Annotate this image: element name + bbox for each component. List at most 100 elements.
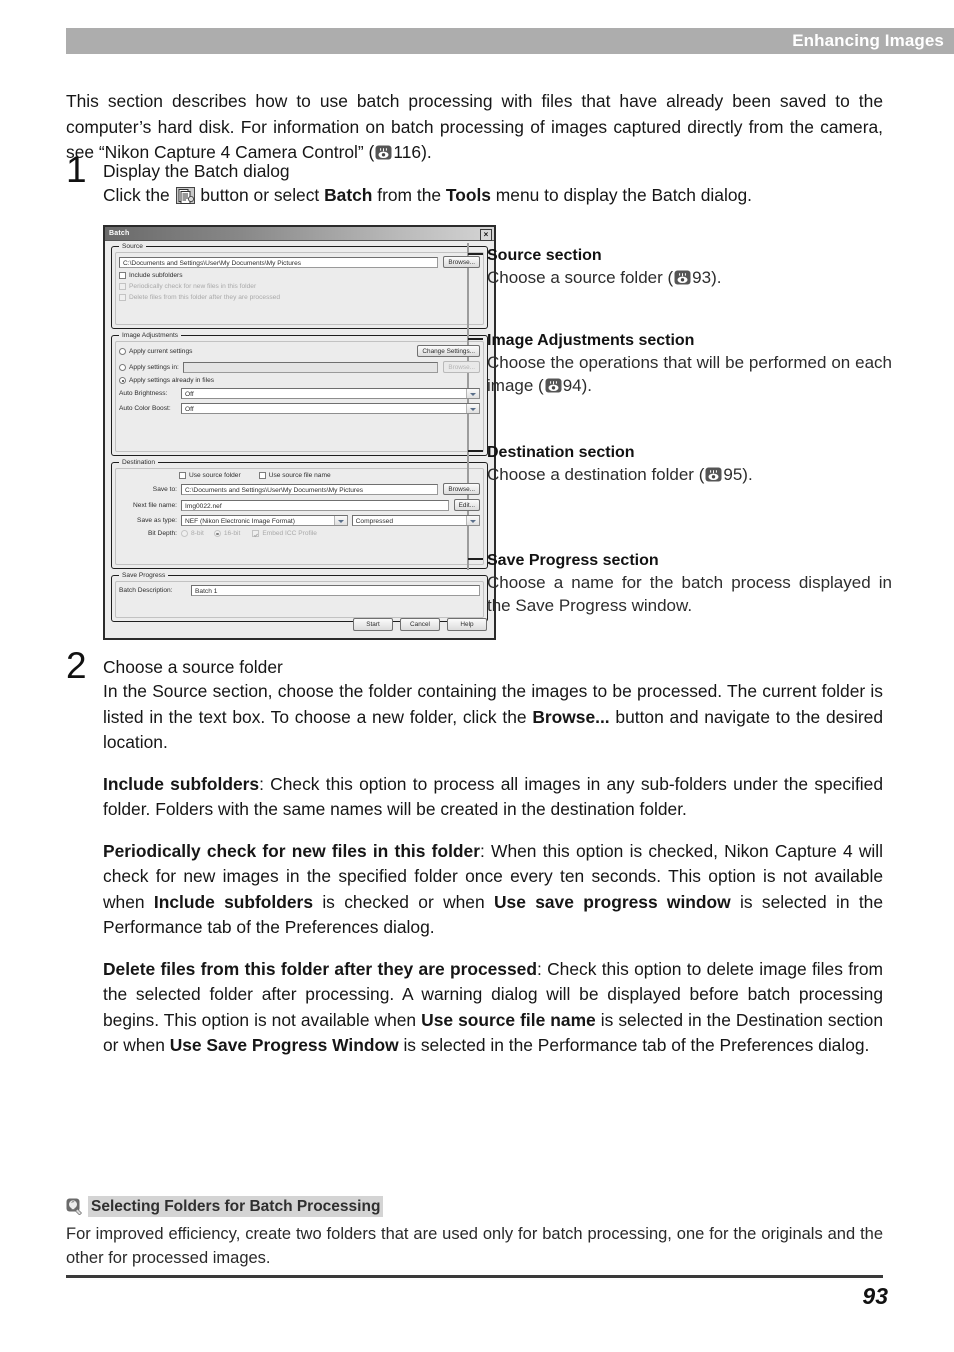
destination-browse-button[interactable]: Browse...	[443, 483, 480, 495]
use-source-file-name-checkbox[interactable]	[258, 472, 266, 479]
destination-legend: Destination	[119, 459, 158, 466]
callout-destination-page-ref: 95	[723, 465, 743, 484]
apply-current-settings-label: Apply current settings	[129, 347, 193, 355]
chevron-down-icon	[466, 516, 479, 525]
step-1-body: Click the button or select Batch from th…	[103, 183, 883, 209]
callout-destination-title: Destination section	[487, 444, 635, 461]
source-path-input[interactable]: C:\Documents and Settings\User\My Docume…	[119, 256, 439, 268]
save-to-input[interactable]: C:\Documents and Settings\User\My Docume…	[181, 483, 439, 495]
callout-image-adjustments: Image Adjustments section Choose the ope…	[487, 330, 892, 397]
apply-current-settings-row[interactable]: Apply current settings Change Settings..…	[119, 345, 480, 357]
callout-image-adjustments-text: Choose the operations that will be perfo…	[487, 351, 892, 397]
tip-note: Selecting Folders for Batch Processing F…	[66, 1196, 883, 1270]
chevron-down-icon	[333, 516, 347, 525]
apply-settings-already-radio[interactable]	[119, 377, 126, 384]
tip-bulb-icon	[66, 1198, 83, 1216]
image-adjustments-browse-button: Browse...	[443, 361, 480, 373]
auto-color-boost-row[interactable]: Auto Color Boost: Off	[119, 403, 480, 414]
save-progress-legend: Save Progress	[119, 572, 169, 579]
include-subfolders-row[interactable]: Include subfolders	[119, 272, 480, 279]
emphasis-text: Include subfolders	[103, 773, 260, 794]
tip-note-title: Selecting Folders for Batch Processing	[88, 1196, 384, 1217]
bit-depth-8-label: 8-bit	[191, 530, 204, 537]
start-button[interactable]: Start	[353, 618, 393, 631]
callout-image-adjustments-text-post: ).	[581, 376, 592, 395]
apply-settings-in-radio[interactable]	[119, 363, 126, 371]
destination-group: Destination Use source folder Use source…	[111, 459, 488, 569]
step-2-paragraph: Periodically check for new files in this…	[103, 839, 883, 941]
batch-dialog[interactable]: Batch × Source C:\Documents and Settings…	[103, 225, 496, 640]
bit-depth-16-label: 16-bit	[223, 530, 241, 537]
callout-destination-text-post: ).	[742, 465, 753, 484]
source-browse-button[interactable]: Browse...	[443, 256, 480, 268]
close-icon[interactable]: ×	[480, 228, 492, 241]
page-reference-icon	[674, 270, 691, 285]
callout-source-text-pre: Choose a source folder (	[487, 268, 674, 287]
source-group: Source C:\Documents and Settings\User\My…	[111, 243, 488, 329]
callout-leader-save-progress	[468, 558, 483, 560]
use-source-folder-checkbox[interactable]	[179, 472, 186, 479]
cancel-button[interactable]: Cancel	[400, 618, 440, 631]
auto-brightness-select[interactable]: Off	[181, 388, 480, 399]
destination-checkbox-row: Use source folder Use source file name	[119, 472, 480, 479]
batch-description-input[interactable]: Batch 1	[191, 585, 480, 596]
save-to-label: Save to:	[152, 485, 177, 493]
help-button[interactable]: Help	[447, 618, 487, 631]
include-subfolders-label: Include subfolders	[129, 272, 183, 279]
delete-files-row: Delete files from this folder after they…	[119, 294, 480, 301]
auto-brightness-value: Off	[185, 391, 194, 398]
step-1-number: 1	[66, 149, 87, 190]
step-1-text-post: menu to display the Batch dialog.	[490, 185, 752, 205]
emphasis-text: Browse...	[532, 706, 610, 727]
callout-leader-destination	[468, 450, 483, 452]
dialog-title: Batch	[109, 230, 130, 237]
next-file-name-label: Next file name:	[133, 501, 177, 509]
save-as-type-select[interactable]: NEF (Nikon Electronic Image Format)	[181, 515, 348, 526]
callout-destination-text-pre: Choose a destination folder (	[487, 465, 705, 484]
callout-leader-image-adjustments	[468, 338, 483, 340]
compression-select[interactable]: Compressed	[351, 515, 480, 526]
page-reference-icon	[375, 145, 392, 160]
save-to-row: Save to: C:\Documents and Settings\User\…	[119, 483, 480, 495]
tip-note-header: Selecting Folders for Batch Processing	[66, 1196, 883, 1217]
auto-brightness-row[interactable]: Auto Brightness: Off	[119, 388, 480, 399]
step-2-paragraph: Delete files from this folder after they…	[103, 957, 883, 1059]
emphasis-text: Use Save Progress Window	[169, 1035, 399, 1055]
step-2-paragraph: In the Source section, choose the folder…	[103, 679, 883, 756]
emphasis-text: Delete files from this folder after they…	[103, 958, 537, 979]
step-1-text-pre: Click the	[103, 185, 175, 205]
next-file-name-edit-button[interactable]: Edit...	[453, 499, 480, 511]
dialog-button-bar: Start Cancel Help	[353, 618, 487, 631]
change-settings-button[interactable]: Change Settings...	[417, 345, 480, 357]
apply-current-settings-radio[interactable]	[119, 347, 126, 355]
step-2-paragraph: Include subfolders: Check this option to…	[103, 772, 883, 823]
intro-text-part1: This section describes how to use batch …	[66, 91, 883, 163]
dialog-titlebar[interactable]: Batch ×	[105, 227, 494, 241]
batch-button-icon	[175, 187, 195, 204]
callout-source-text: Choose a source folder (93).	[487, 266, 892, 289]
periodically-check-checkbox	[119, 283, 126, 290]
apply-settings-already-row[interactable]: Apply settings already in files	[119, 377, 480, 384]
callout-save-progress-title: Save Progress section	[487, 552, 659, 569]
auto-brightness-label: Auto Brightness:	[119, 390, 168, 397]
delete-files-label: Delete files from this folder after they…	[129, 294, 280, 301]
step-1-title: Display the Batch dialog	[103, 161, 290, 181]
step-1-text-mid2: from the	[372, 185, 446, 205]
save-as-type-value: NEF (Nikon Electronic Image Format)	[185, 518, 295, 525]
callout-save-progress: Save Progress section Choose a name for …	[487, 550, 892, 617]
embed-icc-profile-checkbox	[252, 530, 260, 537]
use-source-file-name-label: Use source file name	[268, 472, 331, 479]
bit-depth-label: Bit Depth:	[148, 530, 177, 537]
bit-depth-8-radio	[181, 530, 188, 537]
running-header-title: Enhancing Images	[792, 31, 944, 50]
next-file-name-input[interactable]: Img0022.nef	[181, 499, 449, 511]
apply-settings-in-input	[182, 361, 439, 373]
auto-color-boost-label: Auto Color Boost:	[119, 405, 171, 412]
callout-destination-text: Choose a destination folder ( 95).	[487, 463, 892, 486]
include-subfolders-checkbox[interactable]	[119, 272, 126, 279]
body-text: is selected in the Performance tab of th…	[398, 1035, 870, 1055]
image-adjustments-legend: Image Adjustments	[119, 332, 182, 339]
body-text: is checked or when	[313, 891, 494, 912]
auto-color-boost-select[interactable]: Off	[181, 403, 480, 414]
apply-settings-in-row[interactable]: Apply settings in: Browse...	[119, 361, 480, 373]
